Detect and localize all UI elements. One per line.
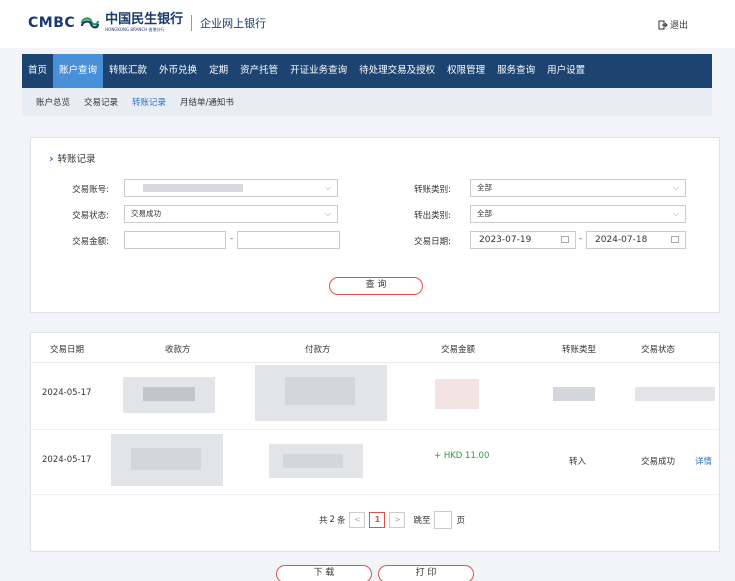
th-type: 转账类型 [562, 345, 597, 355]
payer-redacted [285, 377, 355, 405]
table-header: 交易日期 收款方 付款方 交易金额 转账类型 交易状态 [31, 333, 719, 363]
top-bar: CMBC 中国民生银行 HONGKONG BRANCH 香港分行 企业网上银行 … [0, 0, 735, 48]
account-select[interactable]: ⌵ [124, 179, 338, 197]
amount-label: 交易金额: [72, 237, 109, 247]
amount-max-input[interactable] [237, 231, 340, 249]
account-label: 交易账号: [72, 185, 109, 195]
calendar-icon [561, 236, 569, 243]
out-type-label: 转出类别: [414, 211, 451, 221]
date-from-input[interactable]: 2023-07-19 [470, 231, 576, 249]
row-type: 转入 [569, 457, 587, 467]
payer-redacted [283, 454, 343, 468]
transfer-type-select[interactable]: 全部 ⌵ [470, 179, 686, 197]
amount-redacted [435, 379, 479, 409]
goto-prefix: 跳至 [413, 516, 431, 526]
date-label: 交易日期: [414, 237, 451, 247]
main-nav: 首页 账户查询 转账汇款 外币兑换 定期 资产托管 开证业务查询 待处理交易及授… [22, 54, 712, 88]
row-date: 2024-05-17 [42, 455, 92, 465]
nav-user-settings[interactable]: 用户设置 [541, 54, 591, 88]
chevron-down-icon: ⌵ [324, 209, 331, 218]
nav-fixed-deposit[interactable]: 定期 [203, 54, 234, 88]
download-button[interactable]: 下 载 [276, 565, 372, 581]
query-button[interactable]: 查 询 [329, 277, 423, 295]
bank-logo: CMBC 中国民生银行 HONGKONG BRANCH 香港分行 企业网上银行 [28, 13, 266, 33]
th-payer: 付款方 [305, 345, 331, 355]
pager-total: 2 [329, 515, 335, 525]
logo-divider [191, 15, 193, 31]
th-status: 交易状态 [641, 345, 676, 355]
transfer-type-label: 转账类别: [414, 185, 451, 195]
chevron-right-icon: › [49, 151, 54, 165]
nav-custody[interactable]: 资产托管 [234, 54, 284, 88]
subnav-account-overview[interactable]: 账户总览 [36, 96, 70, 108]
status-redacted [635, 387, 715, 401]
th-payee: 收款方 [165, 345, 191, 355]
goto-page-input[interactable] [434, 511, 453, 529]
chevron-down-icon: ⌵ [672, 209, 679, 218]
date-dash: - [579, 234, 583, 244]
transfer-type-value: 全部 [477, 183, 492, 192]
product-name: 企业网上银行 [200, 17, 267, 30]
row-date: 2024-05-17 [42, 388, 92, 398]
status-select[interactable]: 交易成功 ⌵ [124, 205, 338, 223]
payee-redacted [143, 387, 195, 401]
date-from-value: 2023-07-19 [479, 235, 532, 245]
print-button[interactable]: 打 印 [378, 565, 474, 581]
amount-dash: - [230, 234, 234, 244]
payee-redacted [131, 448, 201, 470]
details-link[interactable]: 详情 [695, 455, 712, 467]
account-redacted [143, 184, 243, 192]
subnav-transfer-records[interactable]: 转账记录 [132, 96, 166, 108]
prev-page-button[interactable]: < [349, 512, 366, 528]
page-1-button[interactable]: 1 [369, 512, 386, 528]
th-amount: 交易金额 [441, 345, 476, 355]
logout-button[interactable]: 退出 [658, 18, 688, 31]
calendar-icon [671, 236, 679, 243]
row-status: 交易成功 [641, 457, 676, 467]
nav-home[interactable]: 首页 [22, 54, 53, 88]
search-panel: › 转账记录 交易账号: ⌵ 转账类别: 全部 ⌵ 交易状态: 交易成功 ⌵ 转… [30, 137, 720, 313]
date-to-input[interactable]: 2024-07-18 [586, 231, 686, 249]
table-row[interactable]: 2024-05-17 [31, 363, 719, 429]
nav-fx[interactable]: 外币兑换 [153, 54, 203, 88]
nav-account-query[interactable]: 账户查询 [53, 54, 104, 88]
subnav-statements[interactable]: 月结单/通知书 [180, 96, 234, 108]
out-type-select[interactable]: 全部 ⌵ [470, 205, 686, 223]
nav-transfer[interactable]: 转账汇款 [103, 54, 153, 88]
section-title-label: 转账记录 [57, 154, 96, 165]
pager-total-suffix: 条 [336, 516, 346, 526]
brand-cn: 中国民生银行 [105, 12, 184, 27]
nav-service-query[interactable]: 服务查询 [491, 54, 541, 88]
brand-en: CMBC [28, 15, 76, 31]
subnav-transactions[interactable]: 交易记录 [84, 96, 118, 108]
section-title: › 转账记录 [49, 151, 96, 166]
status-label: 交易状态: [72, 211, 109, 221]
row-amount: + HKD 11.00 [434, 451, 490, 461]
th-date: 交易日期 [50, 345, 85, 355]
date-to-value: 2024-07-18 [595, 235, 648, 245]
logout-label: 退出 [670, 21, 689, 31]
pager-total-prefix: 共 [319, 516, 328, 526]
pagination: 共 2 条 < 1 > 跳至 页 [319, 511, 465, 529]
out-type-value: 全部 [477, 209, 492, 218]
table-row[interactable]: 2024-05-17 + HKD 11.00 转入 交易成功 详情 [31, 429, 719, 495]
nav-pending[interactable]: 待处理交易及授权 [353, 54, 441, 88]
logout-icon [658, 20, 668, 29]
type-redacted [553, 387, 595, 401]
chevron-down-icon: ⌵ [324, 183, 331, 192]
results-panel: 交易日期 收款方 付款方 交易金额 转账类型 交易状态 2024-05-17 2… [30, 332, 720, 552]
nav-permissions[interactable]: 权限管理 [441, 54, 491, 88]
next-page-button[interactable]: > [389, 512, 406, 528]
chevron-down-icon: ⌵ [672, 183, 679, 192]
status-value: 交易成功 [131, 209, 161, 218]
cmbc-logo-icon [81, 17, 100, 29]
nav-lc-query[interactable]: 开证业务查询 [284, 54, 353, 88]
goto-suffix: 页 [456, 516, 465, 526]
sub-nav: 账户总览 交易记录 转账记录 月结单/通知书 [22, 88, 712, 116]
amount-min-input[interactable] [124, 231, 226, 249]
brand-cn-sub: HONGKONG BRANCH 香港分行 [105, 27, 165, 32]
